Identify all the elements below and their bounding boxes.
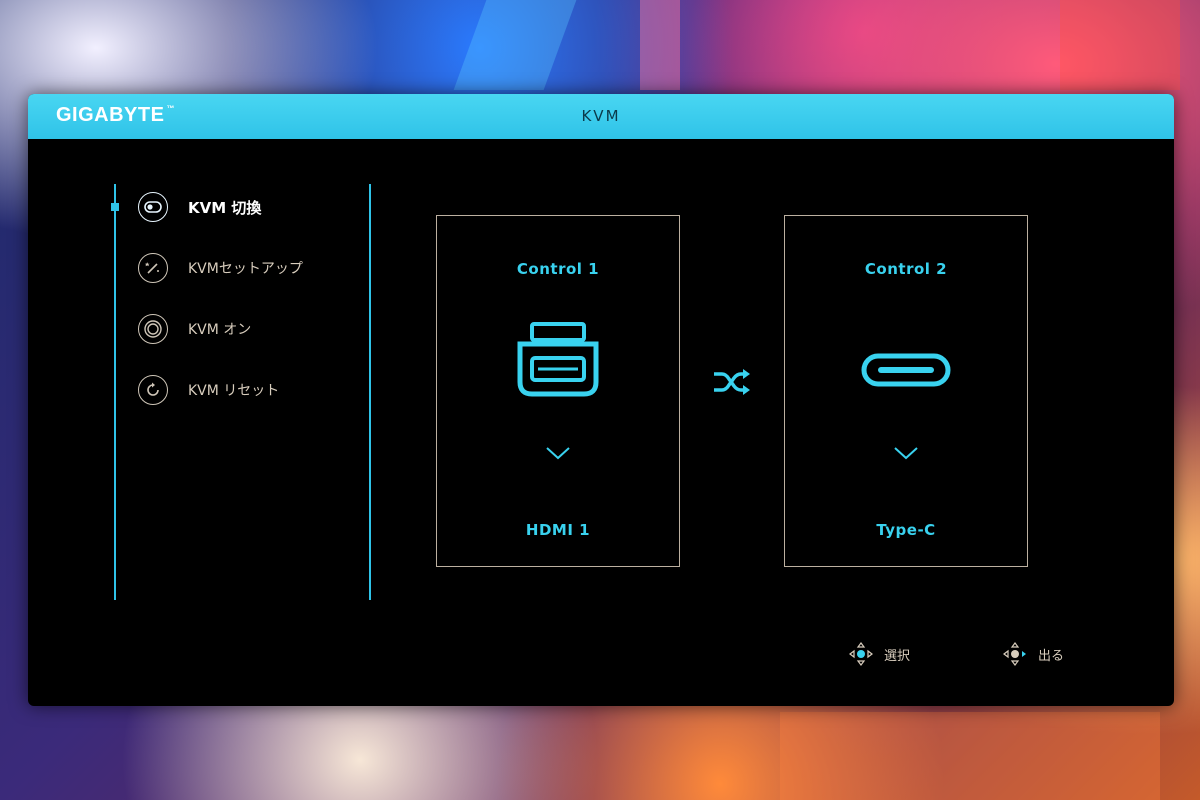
menu-rail (114, 184, 116, 600)
menu-divider (369, 184, 371, 600)
menu-item-label: KVM リセット (188, 383, 280, 399)
hint-select: 選択 (848, 641, 910, 667)
selection-marker (111, 203, 119, 211)
menu-item-label: KVMセットアップ (188, 261, 303, 277)
title-bar: GIGABYTE ™ KVM (28, 94, 1174, 139)
menu-item-label: KVM 切換 (188, 198, 262, 217)
joystick-exit-icon (1003, 642, 1026, 666)
control-title: Control 2 (864, 260, 948, 278)
usb-b-port-icon (437, 320, 679, 400)
hint-label: 選択 (884, 648, 911, 664)
menu-item-kvm-reset[interactable]: KVM リセット (138, 373, 279, 407)
control-1-card[interactable]: Control 1 HDMI 1 (436, 215, 680, 567)
hint-exit: 出る (1002, 641, 1064, 667)
toggle-switch-icon (138, 192, 168, 222)
joystick-select-icon (849, 642, 873, 666)
chevron-down-icon[interactable] (893, 446, 919, 460)
page-title: KVM (581, 107, 621, 125)
port-label: Type-C (876, 521, 936, 539)
menu-item-kvm-on[interactable]: KVM オン (138, 312, 251, 346)
port-label: HDMI 1 (525, 521, 591, 539)
menu-item-kvm-setup[interactable]: KVMセットアップ (138, 251, 303, 285)
menu-item-label: KVM オン (188, 322, 252, 338)
chevron-down-icon[interactable] (545, 446, 571, 460)
reset-icon (138, 375, 168, 405)
shuffle-icon[interactable] (712, 366, 752, 402)
osd-panel: GIGABYTE ™ KVM KVM 切換 KVMセットアップ KVM オン KV… (28, 94, 1174, 706)
magic-wand-icon (138, 253, 168, 283)
power-ring-icon (138, 314, 168, 344)
control-title: Control 1 (516, 260, 600, 278)
control-2-card[interactable]: Control 2 Type-C (784, 215, 1028, 567)
usb-c-port-icon (785, 350, 1027, 390)
menu-item-kvm-switch[interactable]: KVM 切換 (138, 190, 261, 224)
hint-label: 出る (1038, 648, 1065, 664)
